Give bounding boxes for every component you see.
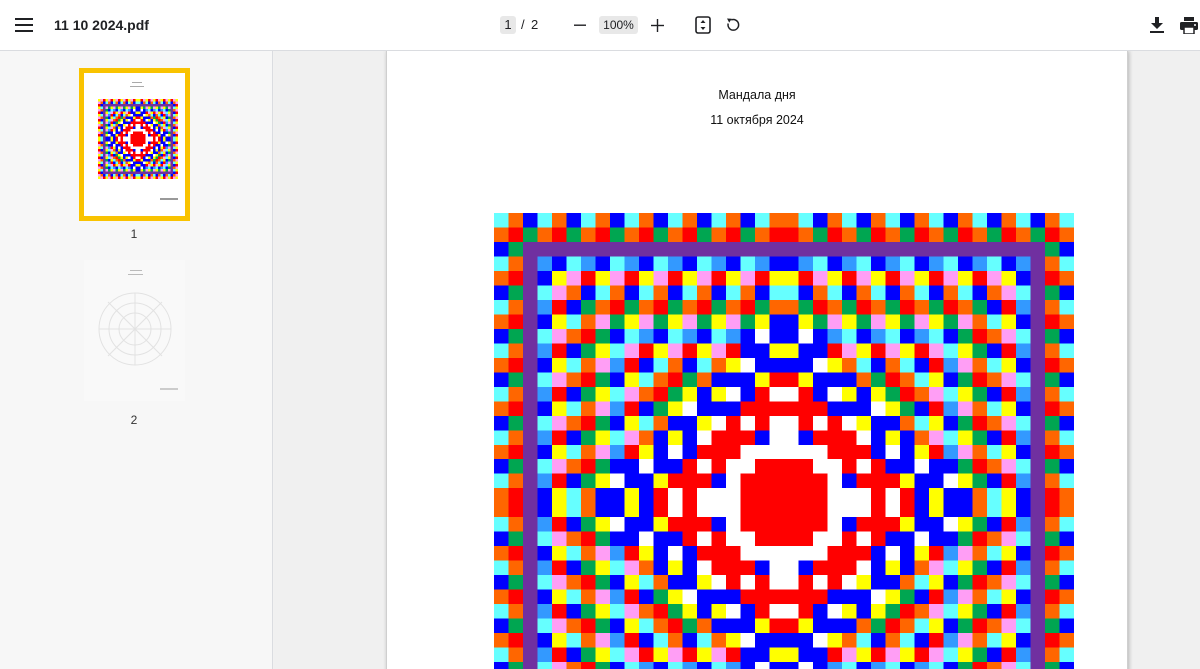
fit-page-icon[interactable] [693,14,713,36]
thumb-footer-line [160,388,178,390]
thumb-title-line [130,270,142,271]
menu-icon[interactable] [10,12,38,38]
page-separator: / [521,17,525,32]
page-total: 2 [531,17,539,32]
download-icon[interactable] [1146,14,1168,36]
print-icon[interactable] [1178,14,1200,36]
document-title: Мандала дня [718,88,796,102]
mandala-image [494,213,1074,669]
thumb-date-line [130,86,144,87]
zoom-level-input[interactable]: 100% [599,16,638,34]
page-number-input[interactable]: 1 [500,16,516,34]
plus-icon[interactable] [646,14,668,36]
thumbnail-mandala-image [98,99,178,179]
thumb-title-line [132,82,142,83]
thumbnail-label: 1 [130,227,138,241]
pdf-page: Мандала дня 11 октября 2024 [386,51,1128,669]
thumb-footer-line [160,198,178,200]
rotate-icon[interactable] [722,14,744,36]
file-name: 11 10 2024.pdf [54,17,149,33]
page-thumbnail[interactable] [84,260,185,401]
thumbnail-outline-image [98,292,172,366]
page-thumbnail[interactable] [79,68,190,221]
document-viewer[interactable]: Мандала дня 11 октября 2024 [274,51,1200,669]
thumbnail-sidebar: 1 2 [0,51,273,669]
document-date: 11 октября 2024 [710,113,804,127]
thumbnail-label: 2 [130,413,138,427]
minus-icon[interactable] [570,14,590,36]
thumb-date-line [128,274,143,275]
pdf-toolbar: 11 10 2024.pdf 1 / 2 100% [0,0,1200,51]
